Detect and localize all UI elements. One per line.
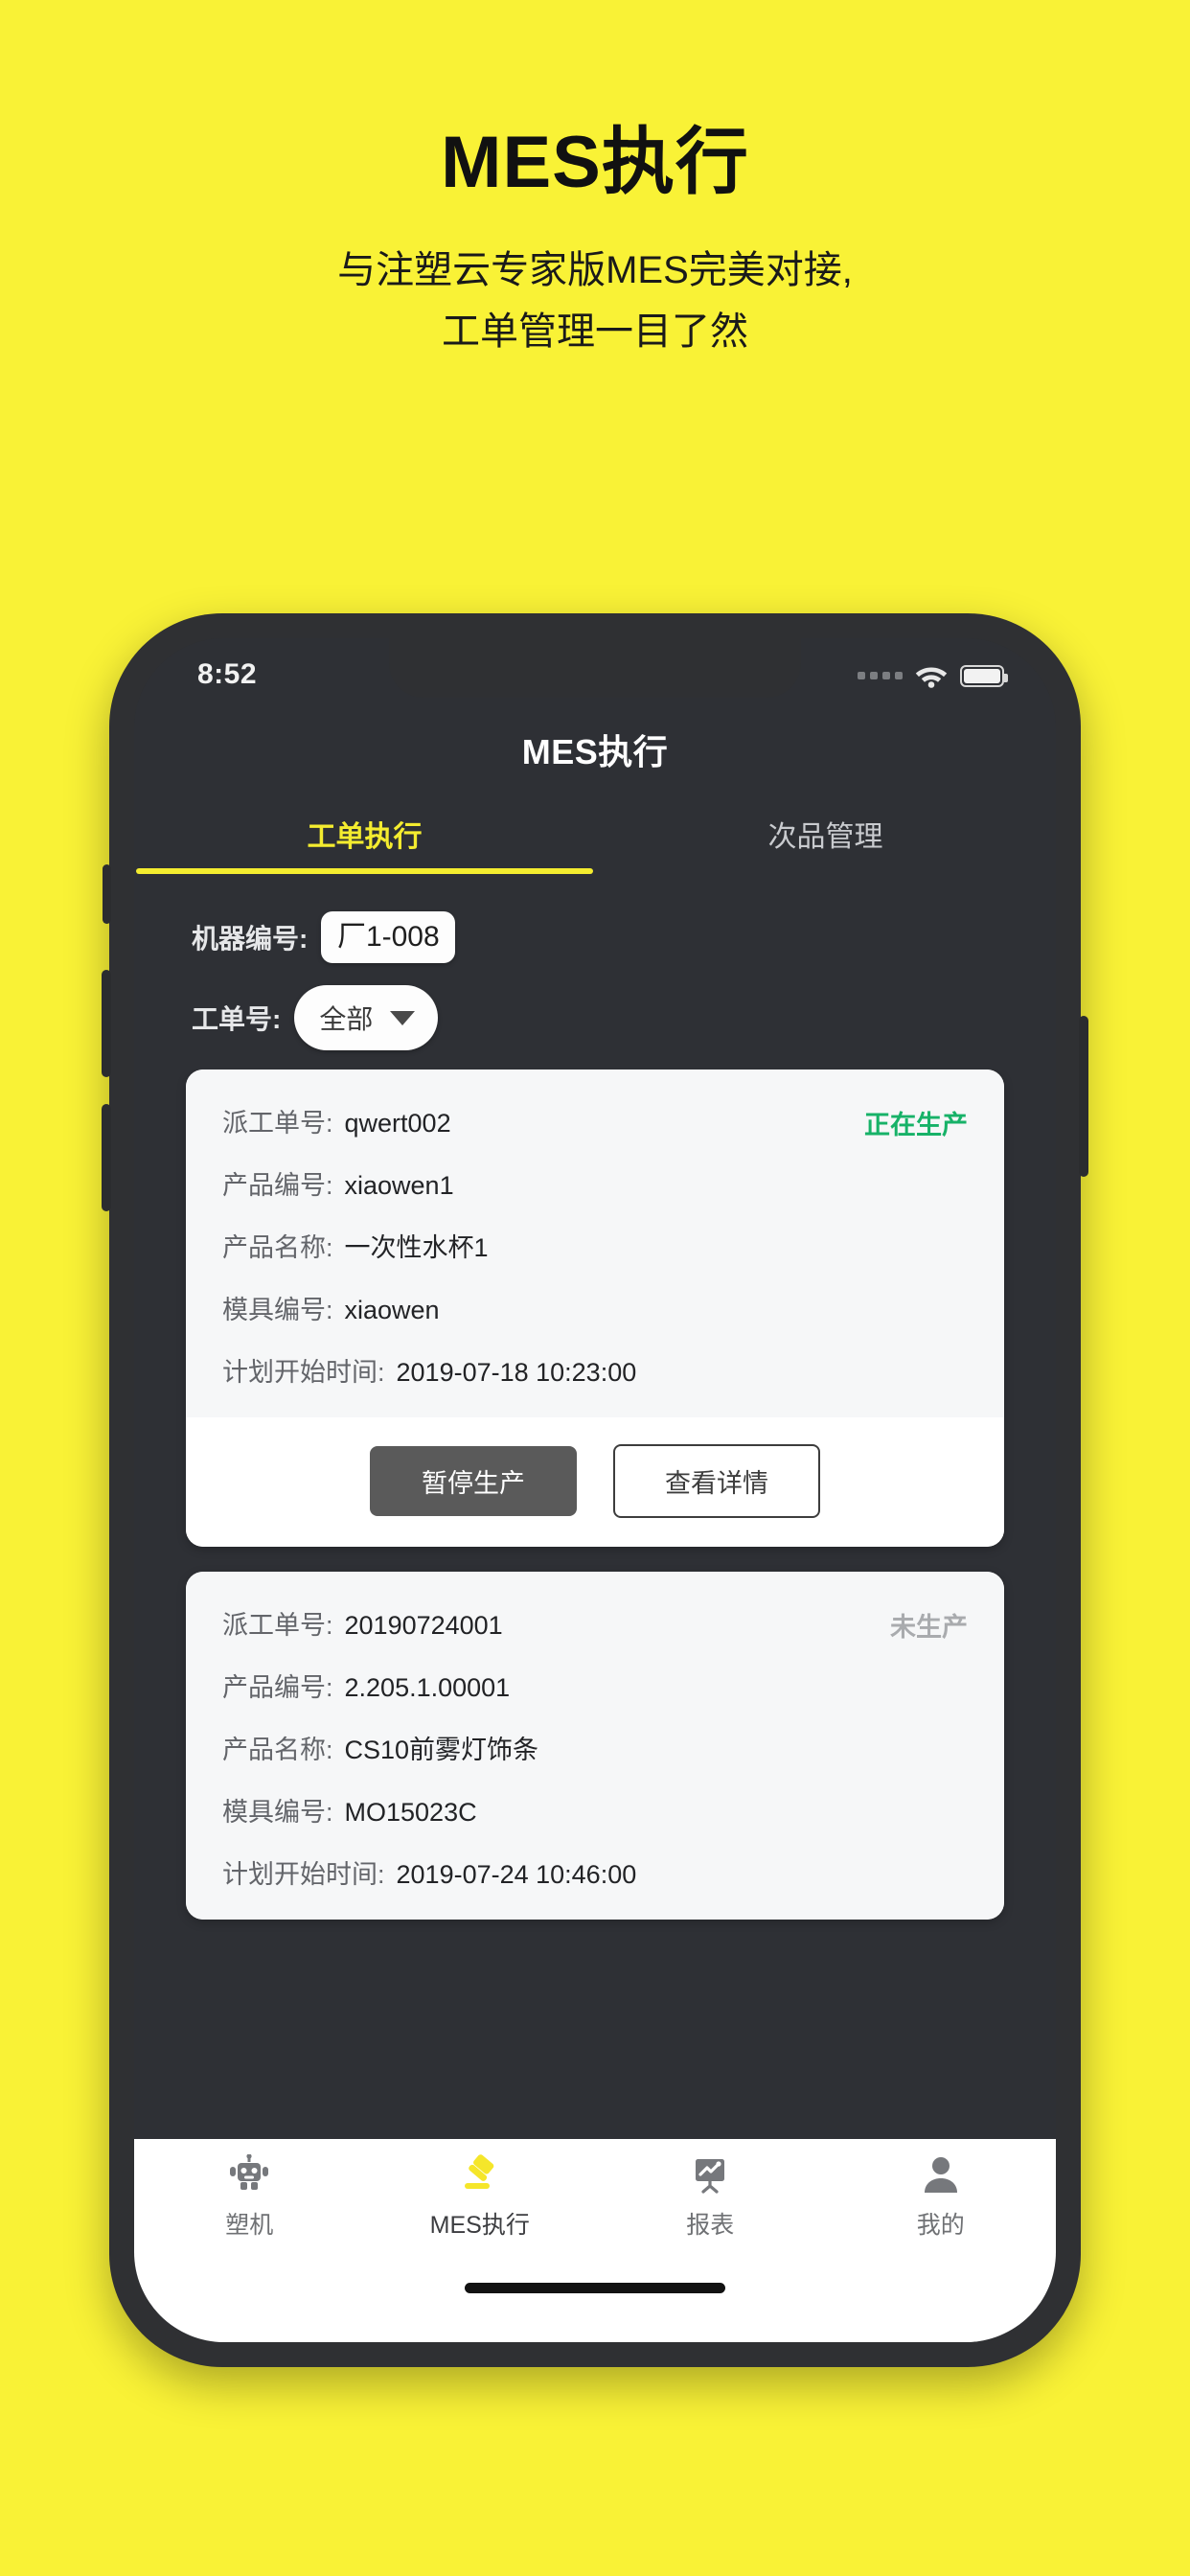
field-value: 20190724001	[344, 1611, 503, 1640]
field-value: xiaowen	[344, 1296, 440, 1324]
home-indicator[interactable]	[465, 2283, 725, 2293]
field-label: 派工单号:	[222, 1611, 333, 1640]
phone-notch	[389, 638, 801, 698]
field-value: 2019-07-24 10:46:00	[396, 1860, 637, 1889]
machine-filter-row: 机器编号: 厂1-008	[134, 897, 1056, 978]
work-order-card[interactable]: 未生产 派工单号: 20190724001 产品编号: 2.205.1.0000…	[186, 1572, 1004, 1920]
tab-bar: 工单执行 次品管理	[134, 794, 1056, 874]
field-value: CS10前雾灯饰条	[344, 1736, 539, 1764]
volume-down-button[interactable]	[102, 1104, 111, 1211]
card-row-product-name: 产品名称: CS10前雾灯饰条	[222, 1729, 968, 1766]
nav-item-machines[interactable]: 塑机	[134, 2152, 365, 2241]
machine-number-label: 机器编号:	[192, 924, 309, 954]
promo-header: MES执行 与注塑云专家版MES完美对接, 工单管理一目了然	[0, 0, 1190, 362]
field-label: 派工单号:	[222, 1109, 333, 1138]
machine-number-input[interactable]: 厂1-008	[321, 911, 456, 963]
status-indicators	[858, 663, 1008, 688]
card-body: 未生产 派工单号: 20190724001 产品编号: 2.205.1.0000…	[186, 1572, 1004, 1920]
promo-subtitle-line-1: 与注塑云专家版MES完美对接,	[337, 249, 853, 291]
work-order-label: 工单号:	[192, 1004, 282, 1034]
work-order-select[interactable]: 全部	[294, 985, 439, 1050]
field-label: 模具编号:	[222, 1798, 333, 1827]
field-label: 计划开始时间:	[222, 1358, 385, 1387]
pause-production-button[interactable]: 暂停生产	[370, 1446, 577, 1516]
nav-item-reports[interactable]: 报表	[595, 2152, 826, 2241]
battery-full-icon	[960, 664, 1008, 687]
card-row-mold-code: 模具编号: xiaowen	[222, 1289, 968, 1326]
field-label: 产品名称:	[222, 1736, 333, 1764]
power-button[interactable]	[1079, 1016, 1088, 1177]
volume-up-button[interactable]	[102, 970, 111, 1077]
field-value: MO15023C	[344, 1798, 477, 1827]
field-label: 产品编号:	[222, 1673, 333, 1702]
work-order-select-value: 全部	[319, 1004, 374, 1034]
promo-title: MES执行	[441, 122, 749, 203]
card-row-product-code: 产品编号: 2.205.1.00001	[222, 1667, 968, 1704]
phone-screen: 8:52 MES执行 工单执行 次品管理 机器编号: 厂1-008 工单号: 全…	[134, 638, 1056, 2342]
phone-mockup: 8:52 MES执行 工单执行 次品管理 机器编号: 厂1-008 工单号: 全…	[102, 613, 1088, 2367]
card-row-product-code: 产品编号: xiaowen1	[222, 1164, 968, 1202]
work-order-filter-row: 工单号: 全部	[134, 978, 1056, 1058]
nav-item-mes-execution[interactable]: MES执行	[365, 2152, 596, 2241]
card-row-mold-code: 模具编号: MO15023C	[222, 1791, 968, 1828]
person-icon	[921, 2152, 961, 2196]
tab-work-order-execution[interactable]: 工单执行	[134, 794, 595, 874]
signal-dots-icon	[858, 672, 903, 679]
field-label: 产品名称:	[222, 1233, 333, 1262]
card-row-dispatch-no: 派工单号: qwert002	[222, 1102, 968, 1139]
bottom-navigation: 塑机 MES执行 报表 我的	[134, 2139, 1056, 2283]
nav-label: 报表	[686, 2212, 735, 2239]
status-time: 8:52	[197, 658, 258, 690]
nav-item-profile[interactable]: 我的	[826, 2152, 1057, 2241]
robot-icon	[228, 2152, 270, 2196]
field-value: xiaowen1	[344, 1171, 454, 1200]
field-label: 计划开始时间:	[222, 1860, 385, 1889]
field-value: qwert002	[344, 1109, 451, 1138]
card-body: 正在生产 派工单号: qwert002 产品编号: xiaowen1 产品名称:…	[186, 1070, 1004, 1417]
nav-label: 我的	[916, 2212, 965, 2239]
tab-label: 工单执行	[307, 821, 423, 853]
field-value: 2.205.1.00001	[344, 1673, 511, 1702]
phone-frame: 8:52 MES执行 工单执行 次品管理 机器编号: 厂1-008 工单号: 全…	[102, 613, 1088, 2367]
app-bar: MES执行	[134, 705, 1056, 794]
silent-switch[interactable]	[103, 864, 111, 924]
chart-board-icon	[689, 2152, 731, 2196]
field-value: 一次性水杯1	[344, 1233, 489, 1262]
work-order-card[interactable]: 正在生产 派工单号: qwert002 产品编号: xiaowen1 产品名称:…	[186, 1070, 1004, 1547]
gavel-icon	[458, 2152, 502, 2196]
status-badge: 未生产	[890, 1613, 968, 1642]
tab-label: 次品管理	[767, 821, 883, 853]
card-actions: 暂停生产 查看详情	[186, 1417, 1004, 1547]
work-order-list[interactable]: 正在生产 派工单号: qwert002 产品编号: xiaowen1 产品名称:…	[134, 1070, 1056, 2139]
field-label: 产品编号:	[222, 1171, 333, 1200]
field-value: 2019-07-18 10:23:00	[396, 1358, 637, 1387]
card-row-plan-start-time: 计划开始时间: 2019-07-18 10:23:00	[222, 1351, 968, 1389]
promo-subtitle-line-2: 工单管理一目了然	[442, 310, 748, 353]
promo-subtitle: 与注塑云专家版MES完美对接, 工单管理一目了然	[0, 240, 1190, 362]
card-row-dispatch-no: 派工单号: 20190724001	[222, 1604, 968, 1642]
nav-label: 塑机	[225, 2212, 274, 2239]
field-label: 模具编号:	[222, 1296, 333, 1324]
card-row-product-name: 产品名称: 一次性水杯1	[222, 1227, 968, 1264]
app-bar-title: MES执行	[521, 732, 669, 771]
wifi-icon	[915, 667, 948, 688]
view-details-button[interactable]: 查看详情	[613, 1444, 820, 1518]
nav-label: MES执行	[429, 2212, 530, 2239]
card-row-plan-start-time: 计划开始时间: 2019-07-24 10:46:00	[222, 1853, 968, 1891]
chevron-down-icon	[390, 1010, 416, 1025]
home-indicator-area	[134, 2283, 1056, 2342]
filter-section: 机器编号: 厂1-008 工单号: 全部	[134, 874, 1056, 1070]
tab-defect-management[interactable]: 次品管理	[595, 794, 1056, 874]
status-badge: 正在生产	[864, 1111, 968, 1139]
